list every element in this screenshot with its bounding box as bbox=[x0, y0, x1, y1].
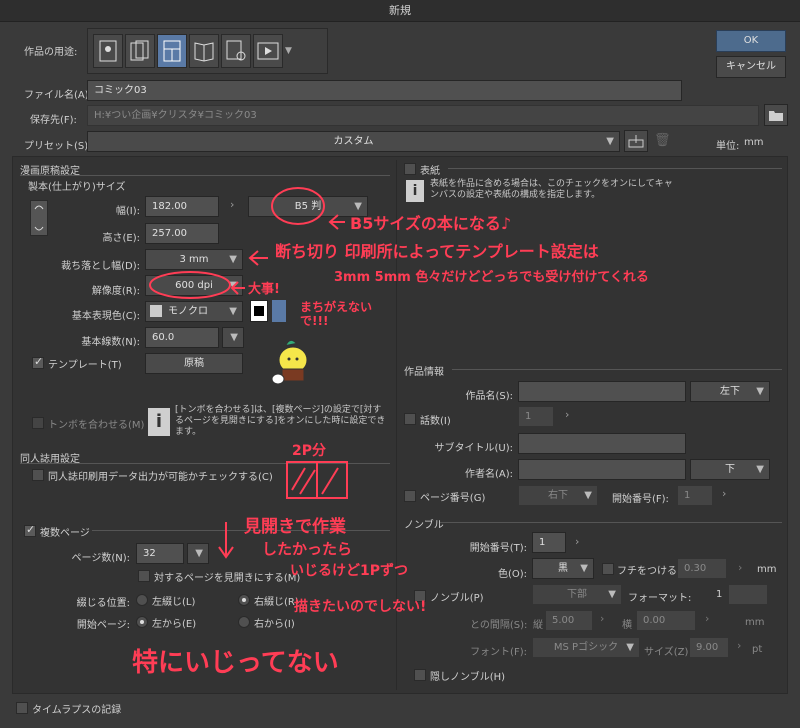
annotation-spread-2: したかったら bbox=[262, 540, 353, 558]
annotation-spread-4: 描きたいのでしない! bbox=[294, 599, 427, 615]
annotation-spread-1: 見開きで作業 bbox=[244, 517, 346, 537]
annotation-bleed: 断ち切り 印刷所によってテンプレート設定は bbox=[275, 242, 599, 261]
annotation-spread-3: いじるけど1Pずつ bbox=[290, 563, 409, 579]
annotation-dpi-2: まちがえないで!!! bbox=[300, 300, 373, 328]
annotation-overlay bbox=[149, 187, 348, 559]
annotation-two-pages: 2P分 bbox=[292, 443, 327, 459]
annotation-b5: B5サイズの本になる♪ bbox=[350, 214, 512, 233]
annotation-no-change: 特にいじってない bbox=[132, 648, 339, 678]
annotation-dpi: 大事! bbox=[248, 282, 280, 297]
annotation-bleed-2: 3mm 5mm 色々だけどどっちでも受け付けてくれる bbox=[334, 270, 649, 285]
